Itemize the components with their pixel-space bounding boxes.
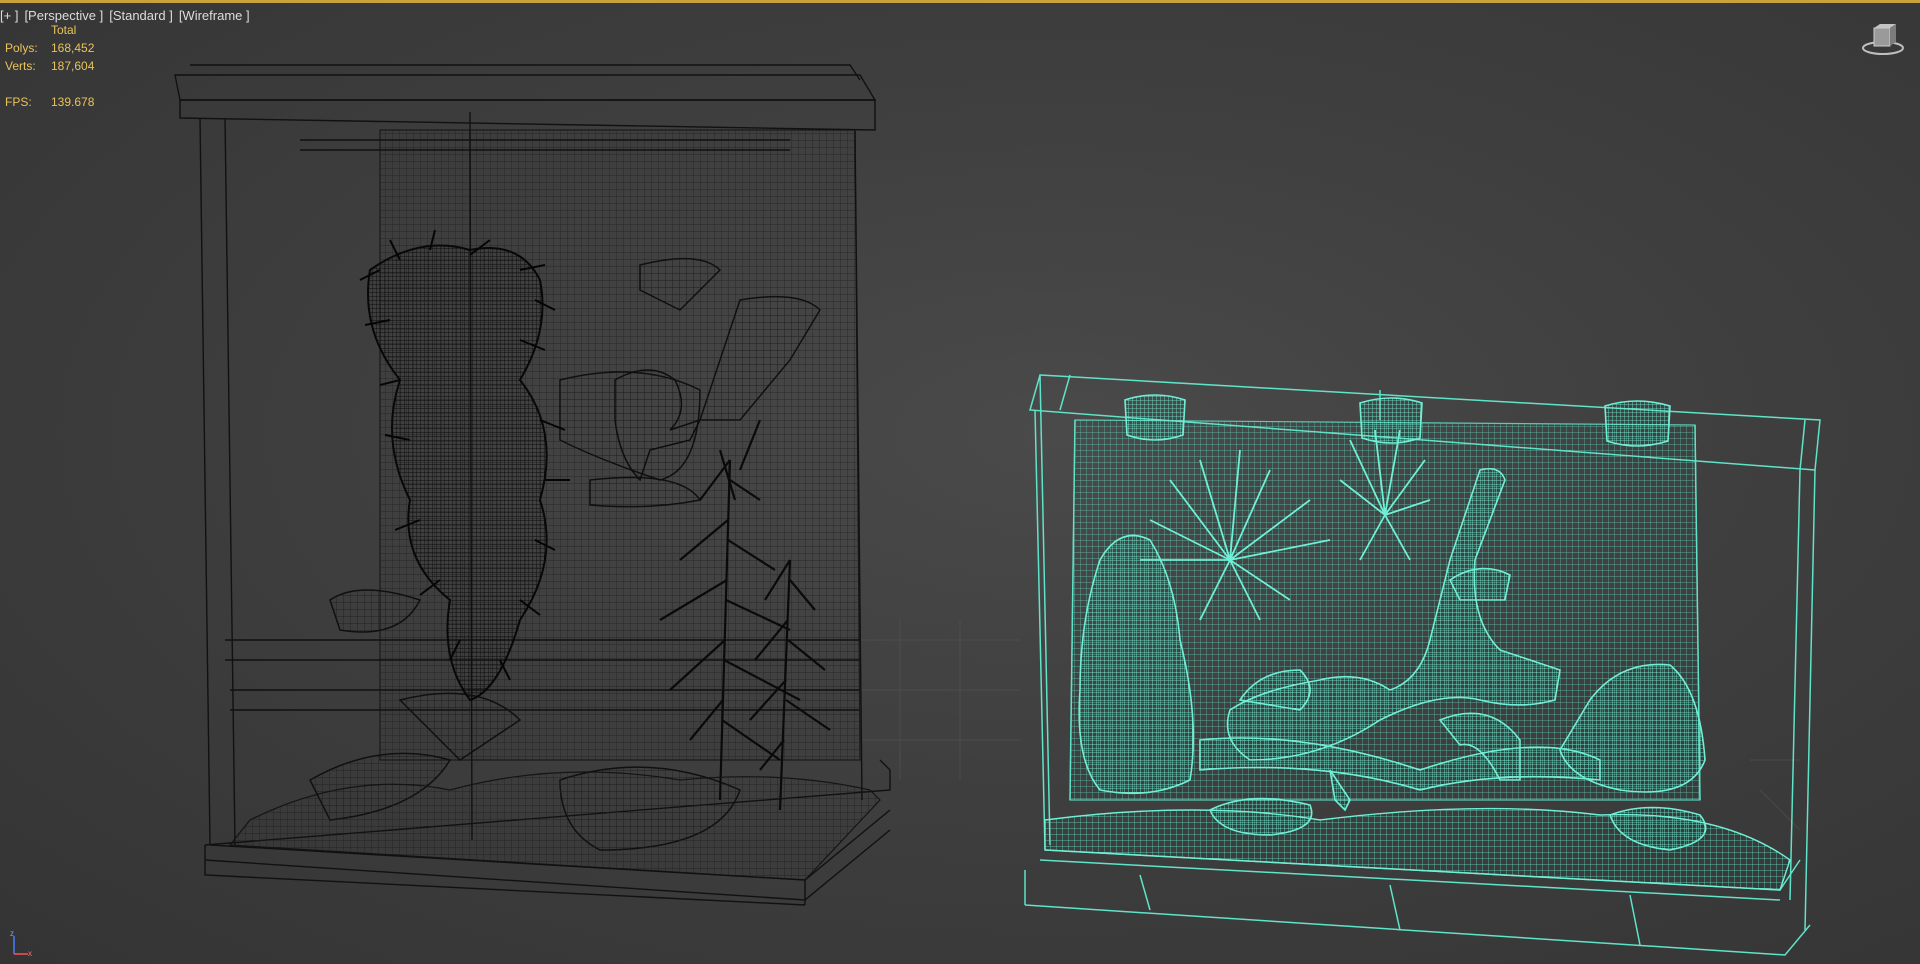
terrarium-substrate-mesh-cyan: [1044, 807, 1791, 891]
lamp-middle: [1359, 397, 1423, 444]
axis-tripod-icon: z x: [10, 929, 32, 958]
horizontal-terrarium-wireframe-selected[interactable]: [1024, 374, 1821, 956]
axis-z-label: z: [10, 929, 14, 938]
vertical-terrarium-wireframe[interactable]: [174, 64, 891, 906]
viewcube-icon[interactable]: [1860, 22, 1906, 58]
lamp-left: [1124, 394, 1186, 441]
axis-x-label: x: [28, 949, 32, 958]
lamp-right: [1604, 400, 1671, 447]
viewport-scene[interactable]: [0, 0, 1920, 964]
